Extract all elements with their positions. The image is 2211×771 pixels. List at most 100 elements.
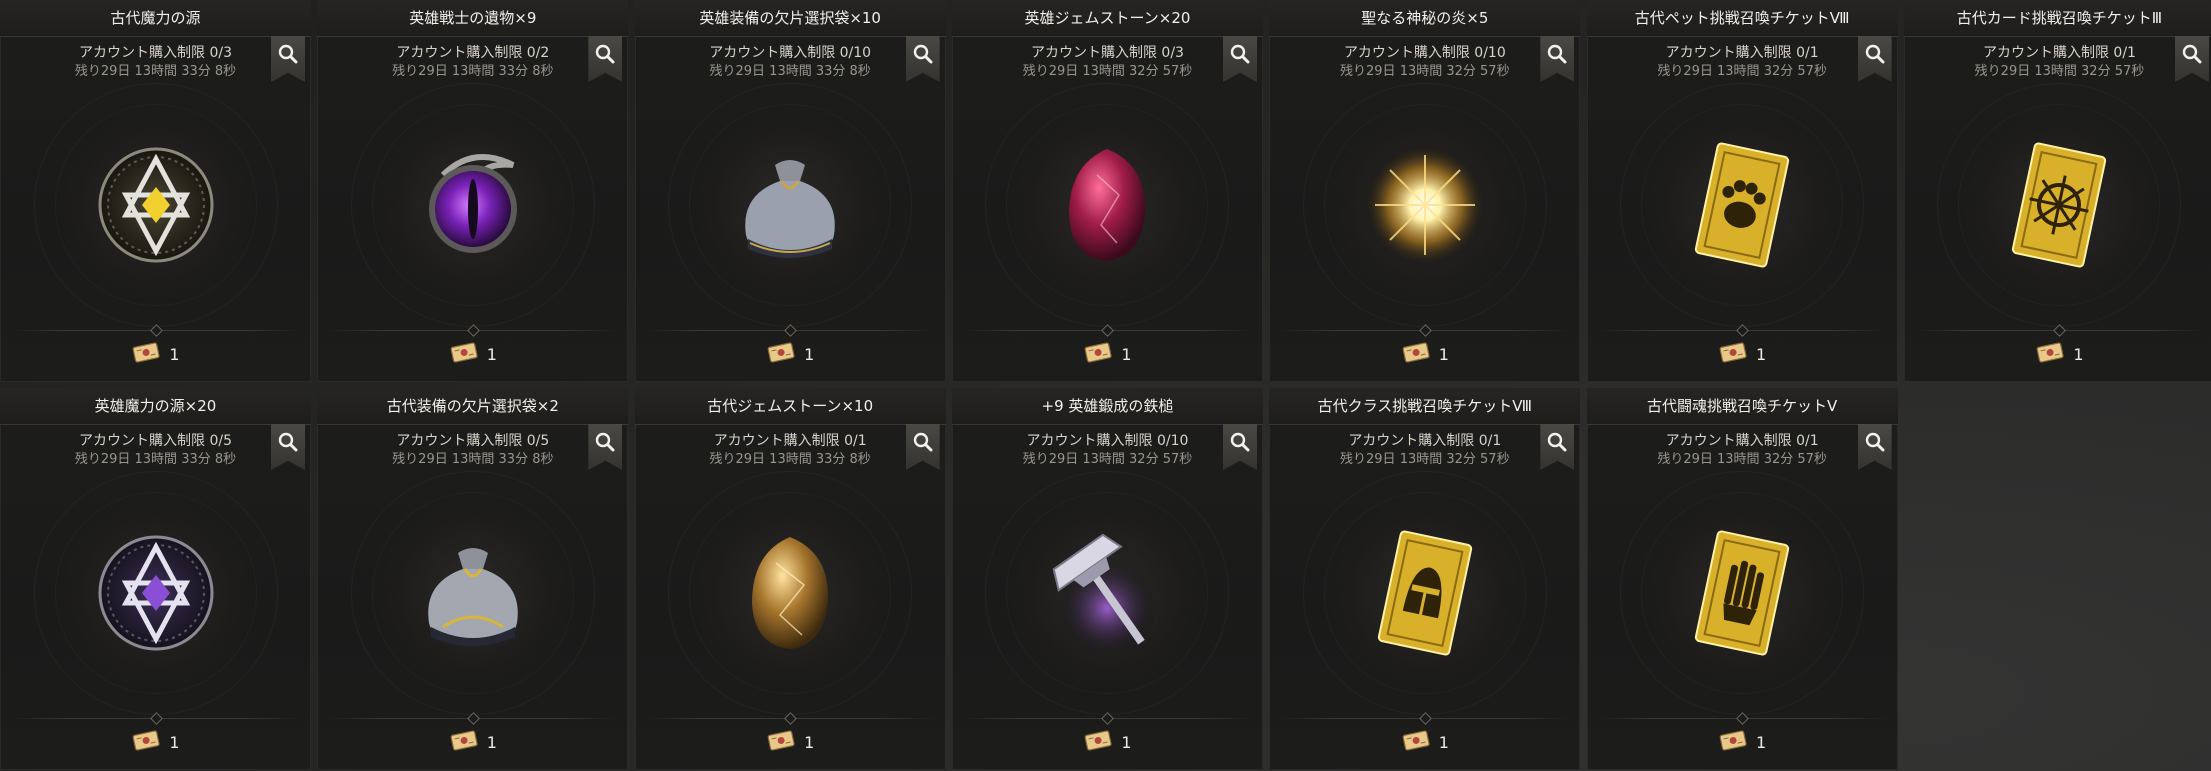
item-detail-button[interactable] (1222, 424, 1257, 470)
ticket-currency-icon (449, 729, 479, 755)
item-detail-button[interactable] (905, 424, 940, 470)
shop-item-card[interactable]: 古代ペット挑戦召喚チケットⅧ アカウント購入制限 0/1 残り29日 13時間 32… (1586, 0, 1898, 382)
shop-item-card[interactable]: 英雄装備の欠片選択袋×10 アカウント購入制限 0/10 残り29日 13時間 33… (634, 0, 946, 382)
item-name: 古代魔力の源 (0, 0, 311, 37)
item-name: 古代ペット挑戦召喚チケットⅧ (1586, 0, 1898, 37)
price-row: 1 (1587, 340, 1898, 368)
item-name: 聖なる神秘の炎×5 (1269, 0, 1581, 37)
remaining-time-text: 残り29日 13時間 32分 57秒 (1657, 64, 1827, 79)
price-amount: 1 (804, 344, 815, 364)
shop-item-card[interactable]: 古代カード挑戦召喚チケットⅢ アカウント購入制限 0/1 残り29日 13時間 32… (1903, 0, 2211, 382)
purchase-limit-text: アカウント購入制限 0/10 (1026, 433, 1189, 449)
item-name: 古代装備の欠片選択袋×2 (317, 388, 629, 425)
remaining-time-text: 残り29日 13時間 32分 57秒 (1340, 452, 1510, 467)
remaining-time-text: 残り29日 13時間 33分 8秒 (392, 452, 554, 467)
remaining-time-text: 残り29日 13時間 33分 8秒 (74, 64, 237, 79)
remaining-time-text: 残り29日 13時間 32分 57秒 (1657, 452, 1827, 467)
price-row: 1 (1269, 728, 1580, 756)
gold-gemstone-icon (720, 523, 860, 663)
price-row: 1 (317, 340, 628, 368)
item-detail-button[interactable] (1857, 424, 1892, 470)
price-row: 1 (317, 728, 628, 756)
remaining-time-text: 残り29日 13時間 32分 57秒 (1974, 64, 2145, 79)
shop-item-card[interactable]: 英雄魔力の源×20 アカウント購入制限 0/5 残り29日 13時間 33分 8秒 … (0, 388, 311, 770)
holy-flame-icon (1355, 135, 1495, 275)
shop-item-card[interactable]: 英雄ジェムストーン×20 アカウント購入制限 0/3 残り29日 13時間 32分 … (951, 0, 1263, 382)
pet-ticket-icon (1672, 135, 1812, 275)
ticket-currency-icon (766, 341, 796, 367)
item-name: +9 英雄鍛成の鉄槌 (951, 388, 1263, 425)
shop-item-card[interactable]: 古代ジェムストーン×10 アカウント購入制限 0/1 残り29日 13時間 33分 … (634, 388, 946, 770)
purchase-limit-text: アカウント購入制限 0/1 (1348, 433, 1502, 449)
remaining-time-text: 残り29日 13時間 32分 57秒 (1340, 64, 1510, 79)
remaining-time-text: 残り29日 13時間 32分 57秒 (1022, 452, 1193, 467)
purchase-limit-text: アカウント購入制限 0/1 (1665, 45, 1819, 61)
shop-item-card[interactable]: +9 英雄鍛成の鉄槌アカウント購入制限 0/10 残り29日 13時間 32分 5… (951, 388, 1263, 770)
item-detail-button[interactable] (271, 36, 305, 82)
item-detail-button[interactable] (1857, 36, 1892, 82)
item-name: 英雄戦士の遺物×9 (317, 0, 629, 37)
pouch-gold-icon (403, 523, 543, 663)
dragon-eye-icon (403, 135, 543, 275)
price-amount: 1 (486, 344, 497, 364)
price-amount: 1 (2073, 344, 2084, 364)
star-seal-purple-icon (86, 523, 226, 663)
ticket-currency-icon (131, 341, 161, 367)
ticket-currency-icon (1083, 729, 1113, 755)
item-detail-button[interactable] (1540, 424, 1575, 470)
purchase-limit-text: アカウント購入制限 0/5 (396, 433, 550, 449)
purchase-limit-text: アカウント購入制限 0/1 (713, 433, 867, 449)
price-amount: 1 (804, 732, 815, 752)
ticket-currency-icon (766, 729, 796, 755)
purchase-limit-text: アカウント購入制限 0/10 (709, 45, 872, 61)
price-amount: 1 (1121, 732, 1132, 752)
purchase-limit-text: アカウント購入制限 0/5 (79, 433, 232, 449)
star-seal-gold-icon (86, 135, 226, 275)
purchase-limit-text: アカウント購入制限 0/1 (1665, 433, 1819, 449)
remaining-time-text: 残り29日 13時間 33分 8秒 (392, 64, 554, 79)
ticket-currency-icon (1718, 341, 1748, 367)
shop-item-grid: 古代魔力の源 アカウント購入制限 0/3 残り29日 13時間 33分 8秒 1 英雄… (0, 0, 2211, 771)
item-detail-button[interactable] (588, 424, 623, 470)
item-name: 英雄ジェムストーン×20 (951, 0, 1263, 37)
remaining-time-text: 残り29日 13時間 32分 57秒 (1022, 64, 1193, 79)
item-detail-button[interactable] (271, 424, 305, 470)
price-row: 1 (0, 340, 311, 368)
price-amount: 1 (1438, 344, 1449, 364)
item-name: 古代ジェムストーン×10 (634, 388, 946, 425)
shop-item-card[interactable]: 英雄戦士の遺物×9 アカウント購入制限 0/2 残り29日 13時間 33分 8秒 … (317, 0, 629, 382)
remaining-time-text: 残り29日 13時間 33分 8秒 (709, 64, 871, 79)
price-row: 1 (952, 340, 1263, 368)
price-row: 1 (1904, 340, 2211, 368)
shop-item-card[interactable]: 古代装備の欠片選択袋×2 アカウント購入制限 0/5 残り29日 13時間 33分 … (317, 388, 629, 770)
shop-item-card[interactable]: 聖なる神秘の炎×5 アカウント購入制限 0/10 残り29日 13時間 32分 57… (1269, 0, 1581, 382)
price-row: 1 (1269, 340, 1580, 368)
price-amount: 1 (169, 732, 180, 752)
ticket-currency-icon (1718, 729, 1748, 755)
item-detail-button[interactable] (1540, 36, 1575, 82)
purchase-limit-text: アカウント購入制限 0/10 (1343, 45, 1506, 61)
remaining-time-text: 残り29日 13時間 33分 8秒 (709, 452, 871, 467)
item-detail-button[interactable] (2174, 36, 2209, 82)
item-detail-button[interactable] (588, 36, 623, 82)
price-amount: 1 (169, 344, 180, 364)
shop-item-card[interactable]: 古代魔力の源アカウント購入制限 0/3 残り29日 13時間 33分 8秒 1 (0, 0, 311, 382)
purchase-limit-text: アカウント購入制限 0/2 (396, 45, 550, 61)
item-name: 古代カード挑戦召喚チケットⅢ (1903, 0, 2211, 37)
price-row: 1 (635, 340, 946, 368)
item-detail-button[interactable] (905, 36, 940, 82)
purchase-limit-text: アカウント購入制限 0/3 (1030, 45, 1184, 61)
purchase-limit-text: アカウント購入制限 0/3 (79, 45, 232, 61)
price-row: 1 (952, 728, 1263, 756)
shop-item-card[interactable]: 古代クラス挑戦召喚チケットⅧ アカウント購入制限 0/1 残り29日 13時間 32… (1269, 388, 1581, 770)
pouch-icon (720, 135, 860, 275)
price-row: 1 (635, 728, 946, 756)
remaining-time-text: 残り29日 13時間 33分 8秒 (74, 452, 237, 467)
ticket-currency-icon (1401, 341, 1431, 367)
item-detail-button[interactable] (1222, 36, 1257, 82)
ticket-currency-icon (1083, 341, 1113, 367)
item-name: 古代クラス挑戦召喚チケットⅧ (1269, 388, 1581, 425)
red-gemstone-icon (1037, 135, 1177, 275)
price-amount: 1 (1438, 732, 1449, 752)
shop-item-card[interactable]: 古代闘魂挑戦召喚チケットⅤ アカウント購入制限 0/1 残り29日 13時間 32分… (1586, 388, 1898, 770)
